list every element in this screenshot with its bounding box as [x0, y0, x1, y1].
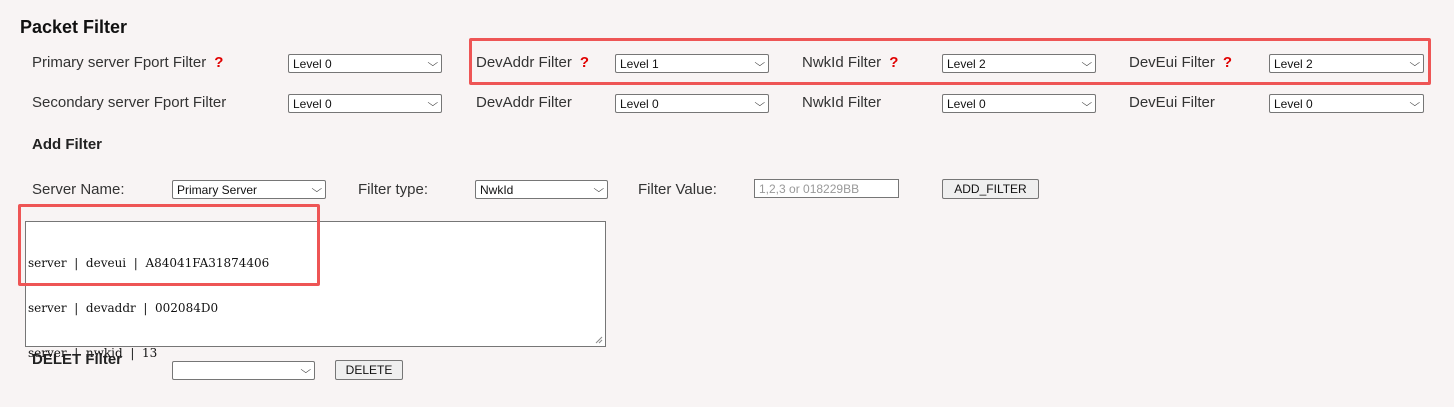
secondary-devaddr-filter-select[interactable]: Level 0 ⌵ [615, 94, 769, 113]
chevron-down-icon: ⌵ [427, 98, 439, 109]
secondary-fport-filter-select[interactable]: Level 0 ⌵ [288, 94, 442, 113]
secondary-deveui-filter-select[interactable]: Level 0 ⌵ [1269, 94, 1424, 113]
server-name-label: Server Name: [32, 181, 125, 198]
chevron-down-icon: ⌵ [1409, 98, 1421, 109]
add-filter-heading: Add Filter [32, 136, 102, 153]
primary-fport-filter-label: Primary server Fport Filter? [32, 54, 224, 71]
delete-button[interactable]: DELETE [335, 360, 403, 380]
chevron-down-icon: ⌵ [300, 365, 312, 376]
filter-type-select[interactable]: NwkId ⌵ [475, 180, 608, 199]
secondary-nwkid-filter-label: NwkId Filter [802, 94, 882, 111]
help-icon[interactable]: ? [214, 54, 223, 71]
secondary-nwkid-filter-select[interactable]: Level 0 ⌵ [942, 94, 1096, 113]
highlight-box-filters [469, 38, 1431, 85]
chevron-down-icon: ⌵ [427, 58, 439, 69]
primary-fport-filter-select[interactable]: Level 0 ⌵ [288, 54, 442, 73]
resize-handle-icon[interactable] [595, 336, 603, 344]
filter-type-label: Filter type: [358, 181, 429, 198]
highlight-box-filter-list [18, 204, 320, 286]
filter-value-label: Filter Value: [638, 181, 717, 198]
filter-list-line: server | devaddr | 002084D0 [28, 301, 219, 315]
server-name-select[interactable]: Primary Server ⌵ [172, 180, 326, 199]
filter-value-input[interactable]: 1,2,3 or 018229BB [754, 179, 899, 198]
page-title: Packet Filter [20, 17, 128, 37]
chevron-down-icon: ⌵ [593, 184, 605, 195]
chevron-down-icon: ⌵ [311, 184, 323, 195]
delete-filter-select[interactable]: ⌵ [172, 361, 315, 380]
secondary-devaddr-filter-label: DevAddr Filter [476, 94, 572, 111]
secondary-deveui-filter-label: DevEui Filter [1129, 94, 1215, 111]
chevron-down-icon: ⌵ [754, 98, 766, 109]
secondary-fport-filter-label: Secondary server Fport Filter [32, 94, 227, 111]
add-filter-button[interactable]: ADD_FILTER [942, 179, 1039, 199]
delete-filter-heading: DELET Filter [32, 351, 123, 368]
chevron-down-icon: ⌵ [1081, 98, 1093, 109]
